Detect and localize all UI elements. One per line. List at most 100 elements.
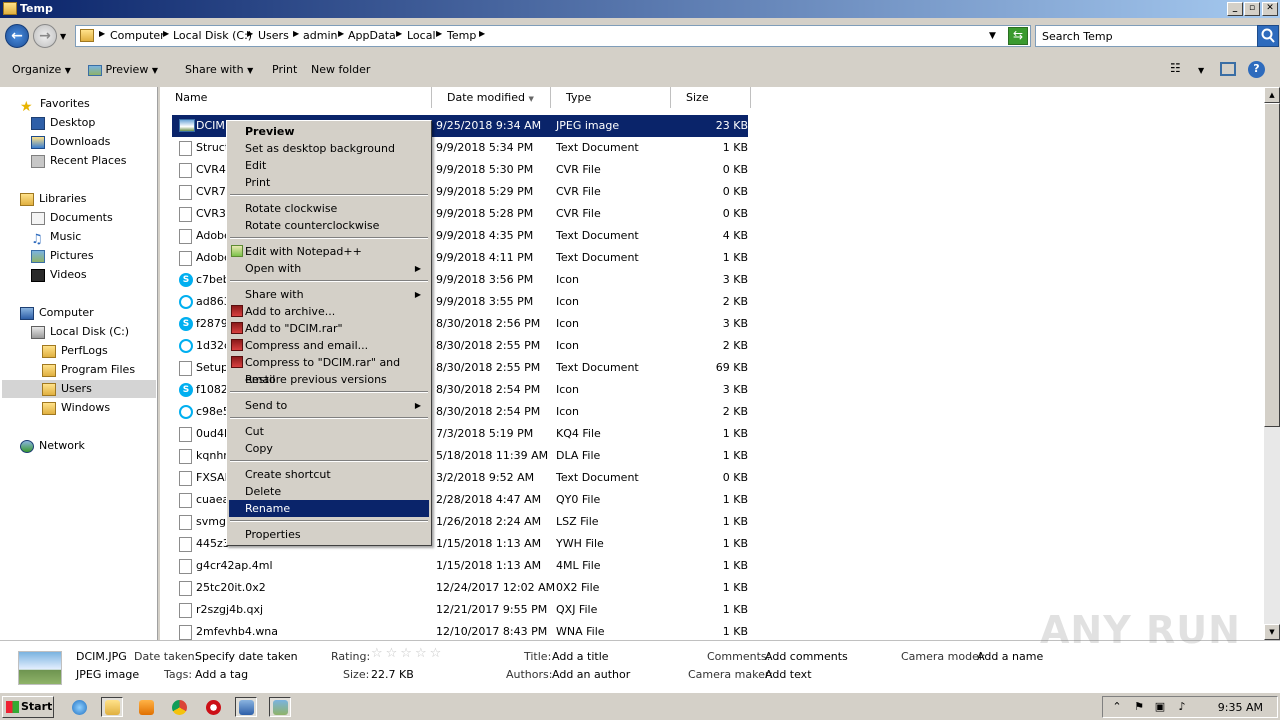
view-options-icon[interactable]: ☷ — [1170, 61, 1181, 75]
menu-item-create-shortcut[interactable]: Create shortcut — [229, 466, 429, 483]
minimize-button[interactable]: _ — [1227, 2, 1243, 16]
taskbar-opera-icon[interactable] — [202, 697, 224, 717]
title-field[interactable]: Add a title — [552, 650, 609, 663]
nav-windows[interactable]: Windows — [42, 399, 110, 417]
date-taken-field[interactable]: Specify date taken — [195, 650, 298, 663]
menu-item-add-to-archive[interactable]: Add to archive... — [229, 303, 429, 320]
menu-item-rename[interactable]: Rename — [229, 500, 429, 517]
tags-field[interactable]: Add a tag — [195, 668, 248, 681]
action-center-flag-icon[interactable]: ⚑ — [1133, 701, 1145, 713]
title-bar[interactable]: Temp _ ▫ ✕ — [0, 0, 1280, 18]
chevron-right-icon[interactable]: ▶ — [396, 29, 402, 38]
column-header-type[interactable]: Type — [551, 87, 671, 108]
taskbar-media-player-icon[interactable] — [135, 697, 157, 717]
menu-item-edit[interactable]: Edit — [229, 157, 429, 174]
menu-item-rotate-clockwise[interactable]: Rotate clockwise — [229, 200, 429, 217]
nav-desktop[interactable]: Desktop — [31, 114, 95, 132]
chevron-down-icon[interactable]: ▼ — [1198, 63, 1204, 76]
taskbar-explorer-icon[interactable] — [101, 697, 123, 717]
forward-button[interactable]: → — [33, 24, 57, 48]
menu-item-rotate-counterclockwise[interactable]: Rotate counterclockwise — [229, 217, 429, 234]
breadcrumb-local-disk[interactable]: Local Disk (C:) — [173, 29, 252, 42]
organize-button[interactable]: Organize ▼ — [12, 63, 71, 76]
nav-videos[interactable]: Videos — [31, 266, 87, 284]
file-row[interactable]: r2szgj4b.qxj 12/21/2017 9:55 PM QXJ File 1 … — [172, 599, 748, 621]
breadcrumb-appdata[interactable]: AppData — [348, 29, 396, 42]
nav-documents[interactable]: Documents — [31, 209, 113, 227]
close-button[interactable]: ✕ — [1262, 2, 1278, 16]
chevron-right-icon[interactable]: ▶ — [338, 29, 344, 38]
start-button[interactable]: Start — [2, 696, 54, 718]
nav-perflogs[interactable]: PerfLogs — [42, 342, 108, 360]
menu-item-send-to[interactable]: Send to ▶ — [229, 397, 429, 414]
breadcrumb-computer[interactable]: Computer — [110, 29, 165, 42]
breadcrumb-users[interactable]: Users — [258, 29, 289, 42]
file-row[interactable]: 25tc20it.0x2 12/24/2017 12:02 AM 0X2 File 1… — [172, 577, 748, 599]
new-folder-button[interactable]: New folder — [311, 63, 370, 76]
address-box[interactable]: ▶ Computer ▶ Local Disk (C:) ▶ Users ▶ a… — [75, 25, 1031, 47]
taskbar-ie-icon[interactable] — [68, 697, 90, 717]
volume-icon[interactable]: ♪ — [1176, 701, 1188, 713]
chevron-down-icon[interactable]: ▼ — [989, 31, 996, 41]
menu-item-open-with[interactable]: Open with ▶ — [229, 260, 429, 277]
menu-item-compress-and-email[interactable]: Compress and email... — [229, 337, 429, 354]
comments-field[interactable]: Add comments — [765, 650, 848, 663]
nav-users[interactable]: Users — [2, 380, 156, 398]
menu-item-print[interactable]: Print — [229, 174, 429, 191]
menu-item-add-to-rar[interactable]: Add to "DCIM.rar" — [229, 320, 429, 337]
nav-local-disk[interactable]: Local Disk (C:) — [31, 323, 129, 341]
nav-program-files[interactable]: Program Files — [42, 361, 135, 379]
column-header-name[interactable]: Name — [160, 87, 432, 108]
show-hidden-icons-icon[interactable]: ⌃ — [1111, 701, 1123, 713]
taskbar-window-icon[interactable] — [269, 697, 291, 717]
camera-maker-field[interactable]: Add text — [765, 668, 812, 681]
help-icon[interactable]: ? — [1248, 61, 1265, 78]
preview-button[interactable]: Preview ▼ — [88, 63, 158, 76]
camera-model-field[interactable]: Add a name — [977, 650, 1043, 663]
column-header-date[interactable]: Date modified ▼ — [432, 87, 551, 108]
menu-item-cut[interactable]: Cut — [229, 423, 429, 440]
menu-item-share-with[interactable]: Share with ▶ — [229, 286, 429, 303]
menu-item-copy[interactable]: Copy — [229, 440, 429, 457]
breadcrumb-admin[interactable]: admin — [303, 29, 337, 42]
menu-item-compress-to-rar-and-email[interactable]: Compress to "DCIM.rar" and email — [229, 354, 429, 386]
nav-recent-places[interactable]: Recent Places — [31, 152, 127, 170]
breadcrumb-temp[interactable]: Temp — [447, 29, 476, 42]
search-button[interactable] — [1257, 25, 1279, 47]
menu-item-edit-with-notepad[interactable]: Edit with Notepad++ — [229, 243, 429, 260]
share-with-button[interactable]: Share with ▼ — [185, 63, 253, 76]
nav-favorites[interactable]: ★ Favorites — [20, 95, 90, 115]
back-button[interactable]: ← — [5, 24, 29, 48]
column-header-size[interactable]: Size — [671, 87, 751, 108]
nav-downloads[interactable]: Downloads — [31, 133, 110, 151]
taskbar-chrome-icon[interactable] — [168, 697, 190, 717]
preview-pane-icon[interactable] — [1220, 62, 1236, 76]
scroll-down-button[interactable]: ▼ — [1264, 624, 1280, 640]
print-button[interactable]: Print — [272, 63, 297, 76]
file-row[interactable]: g4cr42ap.4ml 1/15/2018 1:13 AM 4ML File 1 K… — [172, 555, 748, 577]
nav-music[interactable]: ♫ Music — [31, 228, 81, 247]
menu-item-delete[interactable]: Delete — [229, 483, 429, 500]
authors-field[interactable]: Add an author — [552, 668, 630, 681]
taskbar-window-icon[interactable] — [235, 697, 257, 717]
search-input[interactable]: Search Temp — [1035, 25, 1259, 47]
chevron-right-icon[interactable]: ▶ — [436, 29, 442, 38]
scroll-up-button[interactable]: ▲ — [1264, 87, 1280, 103]
menu-item-restore-previous-versions[interactable]: Restore previous versions — [229, 371, 429, 388]
nav-network[interactable]: Network — [20, 437, 85, 455]
nav-libraries[interactable]: Libraries — [20, 190, 87, 208]
maximize-button[interactable]: ▫ — [1244, 2, 1260, 16]
menu-item-set-desktop-background[interactable]: Set as desktop background — [229, 140, 429, 157]
clock[interactable]: 9:35 AM — [1218, 701, 1263, 714]
scroll-thumb[interactable] — [1264, 103, 1280, 427]
nav-computer[interactable]: Computer — [20, 304, 94, 322]
chevron-right-icon[interactable]: ▶ — [479, 29, 485, 38]
nav-pictures[interactable]: Pictures — [31, 247, 94, 265]
rating-stars[interactable]: ☆☆☆☆☆ — [371, 646, 444, 661]
menu-item-preview[interactable]: Preview — [229, 123, 429, 140]
chevron-right-icon[interactable]: ▶ — [247, 29, 253, 38]
menu-item-properties[interactable]: Properties — [229, 526, 429, 543]
chevron-right-icon[interactable]: ▶ — [163, 29, 169, 38]
refresh-button[interactable]: ⇆ — [1008, 27, 1028, 45]
breadcrumb-local[interactable]: Local — [407, 29, 436, 42]
